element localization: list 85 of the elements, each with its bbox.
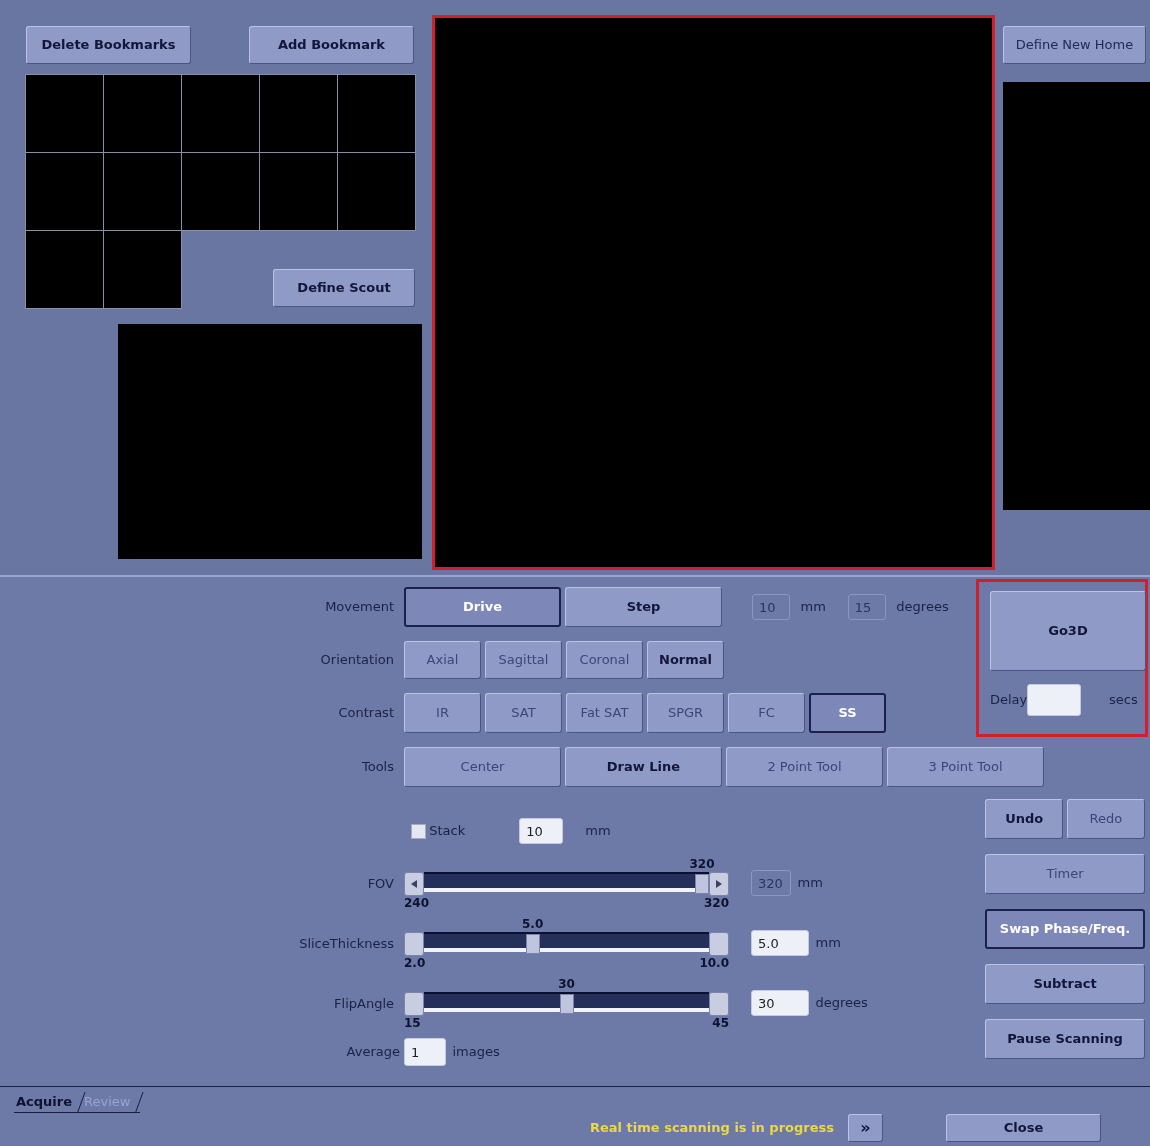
checkbox-label: Stack (429, 822, 466, 841)
slider-min: 15 (404, 1016, 421, 1030)
number-field[interactable]: 1 (404, 1038, 446, 1066)
delay-label: Delay (990, 691, 1028, 710)
row-label: Contrast (337, 704, 395, 723)
status-message: Real time scanning is in progress (590, 1118, 835, 1137)
bookmark-thumbnail[interactable] (182, 75, 259, 152)
action-button[interactable]: Subtract (985, 964, 1145, 1004)
bookmark-thumbnail[interactable] (338, 75, 415, 152)
slider-label: FlipAngle (333, 995, 395, 1014)
slider-max: 10.0 (699, 956, 729, 970)
option-button[interactable]: SAT (485, 693, 562, 733)
bookmark-thumbnail[interactable] (338, 153, 415, 230)
option-button[interactable]: SPGR (647, 693, 724, 733)
option-button[interactable]: FC (728, 693, 805, 733)
action-button[interactable]: Pause Scanning (985, 1019, 1145, 1059)
slider-max: 320 (703, 896, 729, 910)
more-button[interactable]: » (848, 1113, 884, 1142)
number-field[interactable]: 30 (751, 990, 809, 1016)
option-button[interactable]: IR (404, 693, 481, 733)
close-button[interactable]: Close (946, 1113, 1102, 1142)
number-field[interactable]: 5.0 (751, 930, 809, 956)
bookmark-thumbnail[interactable] (104, 75, 181, 152)
define-new-home-button[interactable]: Define New Home (1003, 26, 1146, 64)
action-button[interactable]: Timer (985, 854, 1145, 894)
slider-track[interactable] (424, 932, 709, 952)
define-scout-button[interactable]: Define Scout (273, 269, 415, 307)
unit-label: images (452, 1043, 500, 1062)
unit-label: mm (815, 934, 841, 953)
slider-value: 30 (558, 976, 575, 992)
option-button[interactable]: Sagittal (485, 641, 562, 679)
slider-label: FOV (366, 875, 395, 894)
slider-value: 320 (689, 856, 715, 872)
unit-label: secs (1109, 691, 1138, 710)
option-button[interactable]: Axial (404, 641, 481, 679)
slider-thumb[interactable] (695, 874, 709, 894)
slider-thumb[interactable] (559, 994, 574, 1014)
option-button[interactable]: Draw Line (565, 747, 722, 787)
row-label: Average (345, 1043, 401, 1062)
row-label: Orientation (319, 651, 395, 670)
bookmark-thumbnail[interactable] (260, 153, 337, 230)
slider-value: 5.0 (522, 916, 544, 932)
slider-min: 2.0 (404, 956, 426, 970)
option-button[interactable]: Normal (647, 641, 724, 679)
action-button[interactable]: Swap Phase/Freq. (985, 909, 1145, 949)
left-arrow-icon (409, 879, 419, 889)
slider-track[interactable] (424, 872, 709, 892)
option-button[interactable]: Fat SAT (566, 693, 643, 733)
stack-checkbox[interactable] (411, 823, 426, 839)
number-field[interactable]: 10 (519, 818, 564, 844)
row-label: Tools (360, 758, 395, 777)
slider-max: 45 (712, 1016, 729, 1030)
unit-label: mm (585, 822, 611, 841)
slider-label: SliceThickness (298, 935, 395, 954)
unit-label: degrees (896, 598, 949, 617)
unit-label: mm (800, 598, 826, 617)
bookmark-thumbnail[interactable] (182, 153, 259, 230)
delete-bookmarks-button[interactable]: Delete Bookmarks (26, 26, 191, 64)
bookmark-thumbnail[interactable] (26, 153, 103, 230)
option-button[interactable]: 3 Point Tool (887, 747, 1044, 787)
slider-thumb[interactable] (525, 934, 540, 954)
slider-min: 240 (404, 896, 430, 910)
arrow-button[interactable] (709, 872, 729, 896)
go3d-button[interactable]: Go3D (990, 591, 1146, 671)
option-button[interactable]: Coronal (566, 641, 643, 679)
option-button[interactable]: SS (809, 693, 886, 733)
delay-field[interactable] (1027, 684, 1082, 716)
action-button[interactable]: Redo (1066, 799, 1145, 839)
right-arrow-icon (714, 879, 724, 889)
arrow-button[interactable] (404, 872, 424, 896)
bookmark-thumbnail[interactable] (260, 75, 337, 152)
slider-track[interactable] (424, 992, 709, 1012)
option-button[interactable]: Drive (404, 587, 561, 627)
option-button[interactable]: Step (565, 587, 722, 627)
unit-label: mm (797, 874, 823, 893)
option-button[interactable]: Center (404, 747, 561, 787)
bookmark-thumbnail[interactable] (26, 231, 103, 308)
bookmark-thumbnail[interactable] (26, 75, 103, 152)
row-label: Movement (324, 598, 395, 617)
action-button[interactable]: Undo (985, 799, 1064, 839)
bookmark-thumbnail[interactable] (104, 153, 181, 230)
add-bookmark-button[interactable]: Add Bookmark (249, 26, 414, 64)
option-button[interactable]: 2 Point Tool (726, 747, 883, 787)
bookmark-thumbnail[interactable] (104, 231, 181, 308)
unit-label: degrees (815, 994, 868, 1013)
